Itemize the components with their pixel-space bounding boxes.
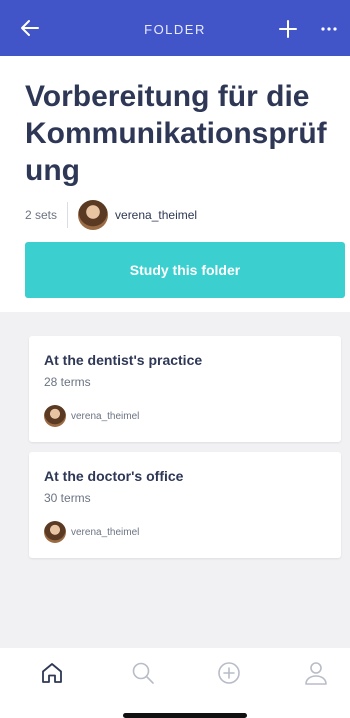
set-title: At the doctor's office — [44, 468, 184, 484]
home-indicator — [123, 713, 247, 718]
profile-icon[interactable] — [303, 660, 329, 686]
avatar[interactable] — [78, 200, 109, 230]
set-title: At the dentist's practice — [44, 352, 203, 368]
set-owner: verena_theimel — [44, 521, 139, 543]
folder-header: Vorbereitung für die Kommunikationsprüfu… — [0, 56, 350, 312]
owner-name[interactable]: verena_theimel — [115, 208, 197, 222]
folder-title: Vorbereitung für die Kommunikationsprüfu… — [25, 80, 327, 187]
sets-count: 2 sets — [25, 208, 58, 222]
bottom-tab-bar — [0, 648, 350, 718]
owner-name: verena_theimel — [71, 526, 140, 538]
plus-circle-icon[interactable] — [216, 660, 242, 686]
avatar — [44, 405, 66, 427]
folder-meta: 2 sets verena_theimel — [25, 200, 197, 230]
set-terms-count: 28 terms — [44, 375, 91, 389]
home-icon[interactable] — [39, 660, 65, 686]
search-icon[interactable] — [130, 660, 156, 686]
study-folder-label: Study this folder — [129, 262, 241, 278]
avatar — [44, 521, 66, 543]
set-terms-count: 30 terms — [44, 491, 91, 505]
top-app-bar: FOLDER — [0, 0, 350, 56]
set-card[interactable]: At the doctor's office 30 terms verena_t… — [29, 452, 341, 558]
study-folder-button[interactable]: Study this folder — [25, 242, 345, 298]
set-owner: verena_theimel — [44, 405, 139, 427]
sets-list: At the dentist's practice 28 terms veren… — [0, 312, 350, 648]
owner-name: verena_theimel — [71, 410, 140, 422]
meta-divider — [67, 202, 69, 228]
plus-icon[interactable] — [278, 19, 298, 39]
set-card[interactable]: At the dentist's practice 28 terms veren… — [29, 336, 341, 442]
more-horizontal-icon[interactable] — [320, 22, 338, 36]
